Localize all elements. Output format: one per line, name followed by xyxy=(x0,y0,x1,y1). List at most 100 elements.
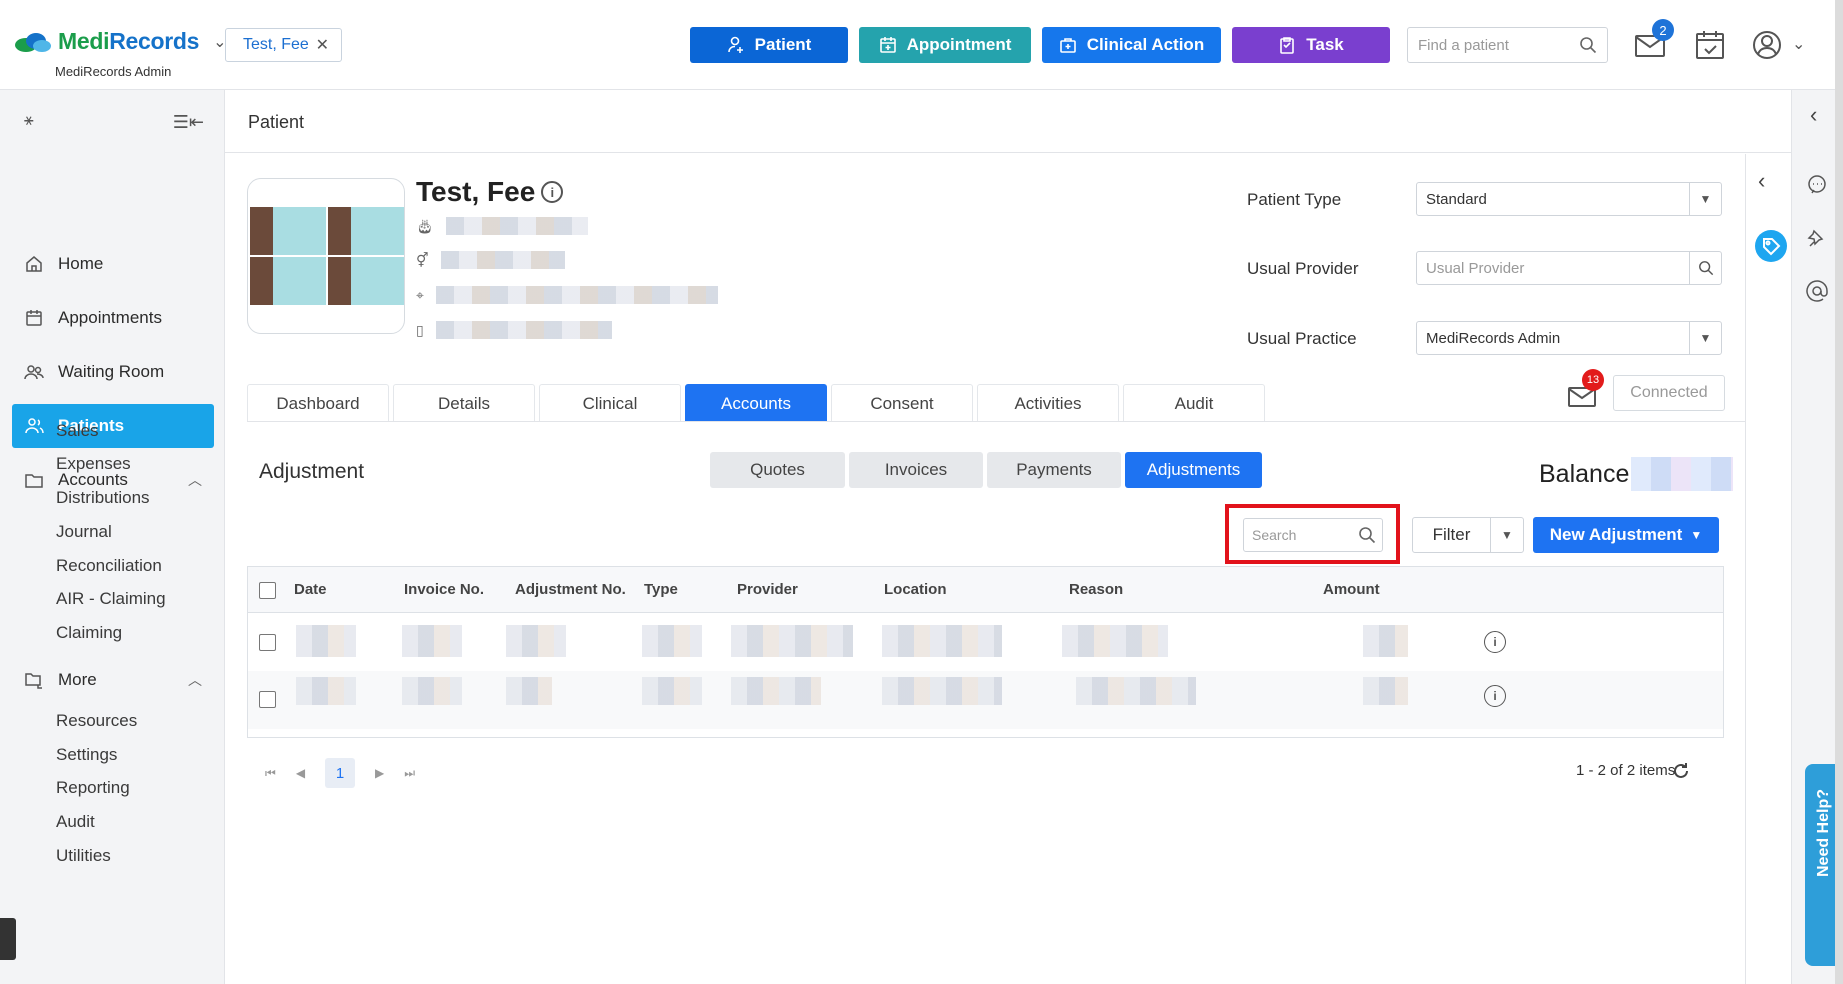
tab-details[interactable]: Details xyxy=(393,384,535,422)
sidebar-subitem-reconciliation[interactable]: Reconciliation xyxy=(56,556,162,576)
subtab-invoices[interactable]: Invoices xyxy=(849,452,983,488)
row-checkbox[interactable] xyxy=(259,634,276,651)
chevron-down-icon[interactable]: ▼ xyxy=(1491,528,1523,542)
redacted-cell xyxy=(1363,677,1408,705)
search-input[interactable]: Search xyxy=(1243,518,1383,552)
chevron-left-icon[interactable]: ‹ xyxy=(1758,168,1765,194)
pin-icon[interactable]: ⚹ xyxy=(24,112,34,133)
user-profile-icon[interactable] xyxy=(1750,28,1784,62)
patient-type-value: Standard xyxy=(1426,190,1487,208)
refresh-icon[interactable] xyxy=(1671,761,1691,781)
sidebar-subitem-expenses[interactable]: Expenses xyxy=(56,454,131,474)
sidebar-subitem-distributions[interactable]: Distributions xyxy=(56,488,150,508)
select-all-checkbox[interactable] xyxy=(259,582,276,599)
chevron-down-icon[interactable]: ▼ xyxy=(1689,322,1721,354)
chevron-down-icon[interactable]: ⌄ xyxy=(1792,34,1805,54)
close-icon[interactable]: ✕ xyxy=(316,35,329,55)
search-icon[interactable] xyxy=(1579,36,1597,54)
sidebar-subitem-claiming[interactable]: Claiming xyxy=(56,623,122,643)
find-patient-input[interactable]: Find a patient xyxy=(1407,27,1608,63)
open-patient-chip[interactable]: Test, Fee ✕ xyxy=(225,28,342,62)
scrollbar[interactable] xyxy=(1835,0,1843,984)
last-page-icon[interactable]: ⏭ xyxy=(404,766,415,781)
sidebar-subitem-sales[interactable]: Sales xyxy=(56,421,99,441)
mobile-phone-icon: ▯ xyxy=(416,321,424,338)
subtab-quotes[interactable]: Quotes xyxy=(710,452,845,488)
tag-icon[interactable] xyxy=(1755,230,1787,262)
connected-button[interactable]: Connected xyxy=(1613,375,1725,411)
subtab-adjustments[interactable]: Adjustments xyxy=(1125,452,1262,488)
app-logo[interactable]: MediRecords ⌄ xyxy=(12,28,227,55)
column-header-location[interactable]: Location xyxy=(884,581,947,598)
redacted-cell xyxy=(642,677,702,705)
tab-dashboard[interactable]: Dashboard xyxy=(247,384,389,422)
sidebar-subitem-journal[interactable]: Journal xyxy=(56,522,112,542)
sidebar-item-waiting-room[interactable]: Waiting Room xyxy=(12,350,214,394)
filter-label[interactable]: Filter xyxy=(1413,518,1491,552)
row-checkbox[interactable] xyxy=(259,691,276,708)
new-adjustment-button[interactable]: New Adjustment ▼ xyxy=(1533,517,1719,553)
new-appointment-button[interactable]: Appointment xyxy=(859,27,1031,63)
column-header-adjustment-no[interactable]: Adjustment No. xyxy=(515,581,626,598)
sidebar-subitem-audit[interactable]: Audit xyxy=(56,812,95,832)
new-patient-button[interactable]: Patient xyxy=(690,27,848,63)
usual-provider-input[interactable]: Usual Provider xyxy=(1416,251,1722,285)
sidebar-subitem-settings[interactable]: Settings xyxy=(56,745,117,765)
folder-icon xyxy=(25,474,43,488)
collapse-sidebar-icon[interactable]: ☰⇤ xyxy=(173,112,204,133)
sidebar-subitem-air-claiming[interactable]: AIR - Claiming xyxy=(56,589,166,609)
items-count: 1 - 2 of 2 items xyxy=(1576,762,1676,779)
sidebar-subitem-reporting[interactable]: Reporting xyxy=(56,778,130,798)
column-header-date[interactable]: Date xyxy=(294,581,327,598)
sidebar-item-appointments[interactable]: Appointments xyxy=(12,296,214,340)
tab-accounts[interactable]: Accounts xyxy=(685,384,827,422)
at-sign-icon[interactable] xyxy=(1806,280,1828,302)
usual-practice-select[interactable]: MediRecords Admin ▼ xyxy=(1416,321,1722,355)
tab-audit[interactable]: Audit xyxy=(1123,384,1265,422)
page-number-button[interactable]: 1 xyxy=(325,758,356,788)
column-header-invoice-no[interactable]: Invoice No. xyxy=(404,581,484,598)
usual-practice-value: MediRecords Admin xyxy=(1426,329,1561,347)
patient-photo[interactable] xyxy=(247,178,405,334)
patient-name: Test, Fee xyxy=(416,176,536,207)
previous-page-icon[interactable]: ◀ xyxy=(296,766,305,780)
new-task-button[interactable]: Task xyxy=(1232,27,1390,63)
chevron-left-icon[interactable]: ‹ xyxy=(1810,102,1817,128)
info-icon[interactable]: i xyxy=(541,181,564,203)
table-row[interactable]: i xyxy=(248,671,1723,729)
sidebar-controls: ⚹ ☰⇤ xyxy=(24,112,204,133)
column-header-amount[interactable]: Amount xyxy=(1323,581,1380,598)
column-header-provider[interactable]: Provider xyxy=(737,581,798,598)
sidebar-subitem-resources[interactable]: Resources xyxy=(56,711,137,731)
side-drawer-tab[interactable] xyxy=(0,918,16,960)
top-bar: MediRecords ⌄ MediRecords Admin Test, Fe… xyxy=(0,0,1843,90)
sidebar-subitem-utilities[interactable]: Utilities xyxy=(56,846,111,866)
column-header-type[interactable]: Type xyxy=(644,581,678,598)
chevron-up-icon[interactable]: ︿ xyxy=(188,670,202,690)
filter-button[interactable]: Filter ▼ xyxy=(1412,517,1524,553)
usual-provider-label: Usual Provider xyxy=(1247,259,1359,278)
sidebar-item-home[interactable]: Home xyxy=(12,242,214,286)
info-icon[interactable]: i xyxy=(1484,685,1506,707)
sidebar-item-patients[interactable]: Patients xyxy=(12,404,214,448)
chat-icon[interactable] xyxy=(1806,174,1828,196)
info-icon[interactable]: i xyxy=(1484,631,1506,653)
table-row[interactable]: i xyxy=(248,613,1723,671)
chevron-up-icon[interactable]: ︿ xyxy=(188,470,202,490)
search-icon[interactable] xyxy=(1358,526,1376,544)
tab-activities[interactable]: Activities xyxy=(977,384,1119,422)
column-header-reason[interactable]: Reason xyxy=(1069,581,1123,598)
pin-icon[interactable] xyxy=(1806,228,1828,250)
calendar-check-icon[interactable] xyxy=(1693,28,1727,62)
search-icon[interactable] xyxy=(1689,252,1721,284)
chevron-down-icon[interactable]: ▼ xyxy=(1689,183,1721,215)
open-patient-name[interactable]: Test, Fee xyxy=(243,36,309,54)
first-page-icon[interactable]: ⏮ xyxy=(265,766,276,781)
tab-clinical[interactable]: Clinical xyxy=(539,384,681,422)
sidebar-item-more[interactable]: More ︿ xyxy=(12,658,214,702)
next-page-icon[interactable]: ▶ xyxy=(375,766,384,780)
patient-type-select[interactable]: Standard ▼ xyxy=(1416,182,1722,216)
subtab-payments[interactable]: Payments xyxy=(987,452,1121,488)
clinical-action-button[interactable]: Clinical Action xyxy=(1042,27,1221,63)
tab-consent[interactable]: Consent xyxy=(831,384,973,422)
